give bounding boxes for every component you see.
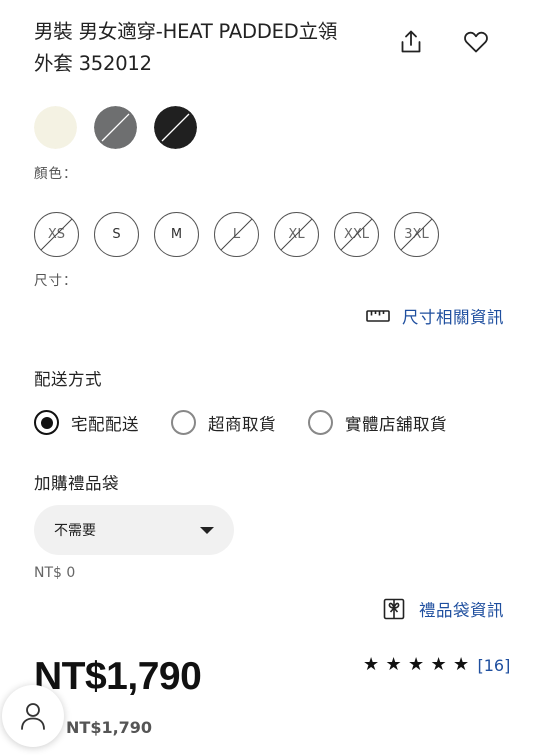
gift-bag-info-text: 禮品袋資訊 [419, 601, 504, 620]
share-icon [401, 30, 421, 53]
size-option-xs[interactable]: XS [34, 212, 79, 257]
product-title-line2: 外套 352012 [34, 52, 152, 75]
color-swatch-black[interactable] [154, 106, 197, 149]
size-label-heading: 尺寸： [34, 273, 78, 289]
rating[interactable]: ★ ★ ★ ★ ★ [16] [363, 654, 510, 676]
ruler-icon [366, 310, 390, 322]
radio-button[interactable] [171, 410, 196, 435]
delivery-option-home[interactable]: 宅配配送 [34, 410, 139, 435]
star-icon: ★ [430, 654, 447, 675]
product-title: 男裝 男女適穿-HEAT PADDED立領 外套 352012 [34, 16, 374, 80]
product-title-line1: 男裝 男女適穿-HEAT PADDED立領 [34, 20, 338, 43]
unavailable-slash [340, 218, 373, 251]
size-option-s[interactable]: S [94, 212, 139, 257]
share-button[interactable] [396, 27, 426, 57]
caret-down-icon [200, 527, 214, 534]
star-icon: ★ [408, 654, 425, 675]
delivery-option-convenience-store[interactable]: 超商取貨 [171, 410, 276, 435]
star-icon: ★ [453, 654, 470, 675]
color-swatch-cream[interactable] [34, 106, 77, 149]
size-option-xxl[interactable]: XXL [334, 212, 379, 257]
size-info-link[interactable]: 尺寸相關資訊 [366, 304, 504, 328]
size-option-l[interactable]: L [214, 212, 259, 257]
gift-bag-select[interactable]: 不需要 [34, 505, 234, 555]
color-label: 顏色： [34, 166, 78, 182]
size-option-xl[interactable]: XL [274, 212, 319, 257]
size-label: S [112, 227, 121, 242]
delivery-heading: 配送方式 [34, 370, 102, 389]
delivery-option-label: 宅配配送 [71, 414, 139, 434]
delivery-option-label: 超商取貨 [208, 414, 276, 434]
favorite-button[interactable] [461, 27, 491, 57]
delivery-option-label: 實體店舖取貨 [345, 414, 447, 434]
gift-bag-selected-value: 不需要 [54, 523, 96, 539]
unavailable-slash [40, 218, 73, 251]
size-label: M [170, 227, 183, 242]
user-icon [21, 703, 45, 730]
review-count-link[interactable]: [16] [478, 656, 511, 675]
gift-icon [383, 598, 405, 620]
star-icon: ★ [385, 654, 402, 675]
radio-button[interactable] [308, 410, 333, 435]
unavailable-slash [400, 218, 433, 251]
gift-bag-info-link[interactable]: 禮品袋資訊 [383, 597, 504, 621]
unavailable-slash [280, 218, 313, 251]
star-icon: ★ [363, 654, 380, 675]
size-option-m[interactable]: M [154, 212, 199, 257]
product-price: NT$1,790 [34, 655, 202, 698]
gift-bag-heading: 加購禮品袋 [34, 474, 119, 493]
delivery-option-store-pickup[interactable]: 實體店舖取貨 [308, 410, 447, 435]
gift-bag-price: NT$ 0 [34, 565, 76, 581]
size-info-text: 尺寸相關資訊 [402, 308, 504, 327]
heart-icon [464, 31, 488, 53]
size-option-3xl[interactable]: 3XL [394, 212, 439, 257]
unavailable-slash [220, 218, 253, 251]
color-swatch-gray[interactable] [94, 106, 137, 149]
radio-button[interactable] [34, 410, 59, 435]
original-price-value: NT$1,790 [66, 718, 153, 737]
profile-button[interactable] [2, 685, 64, 747]
